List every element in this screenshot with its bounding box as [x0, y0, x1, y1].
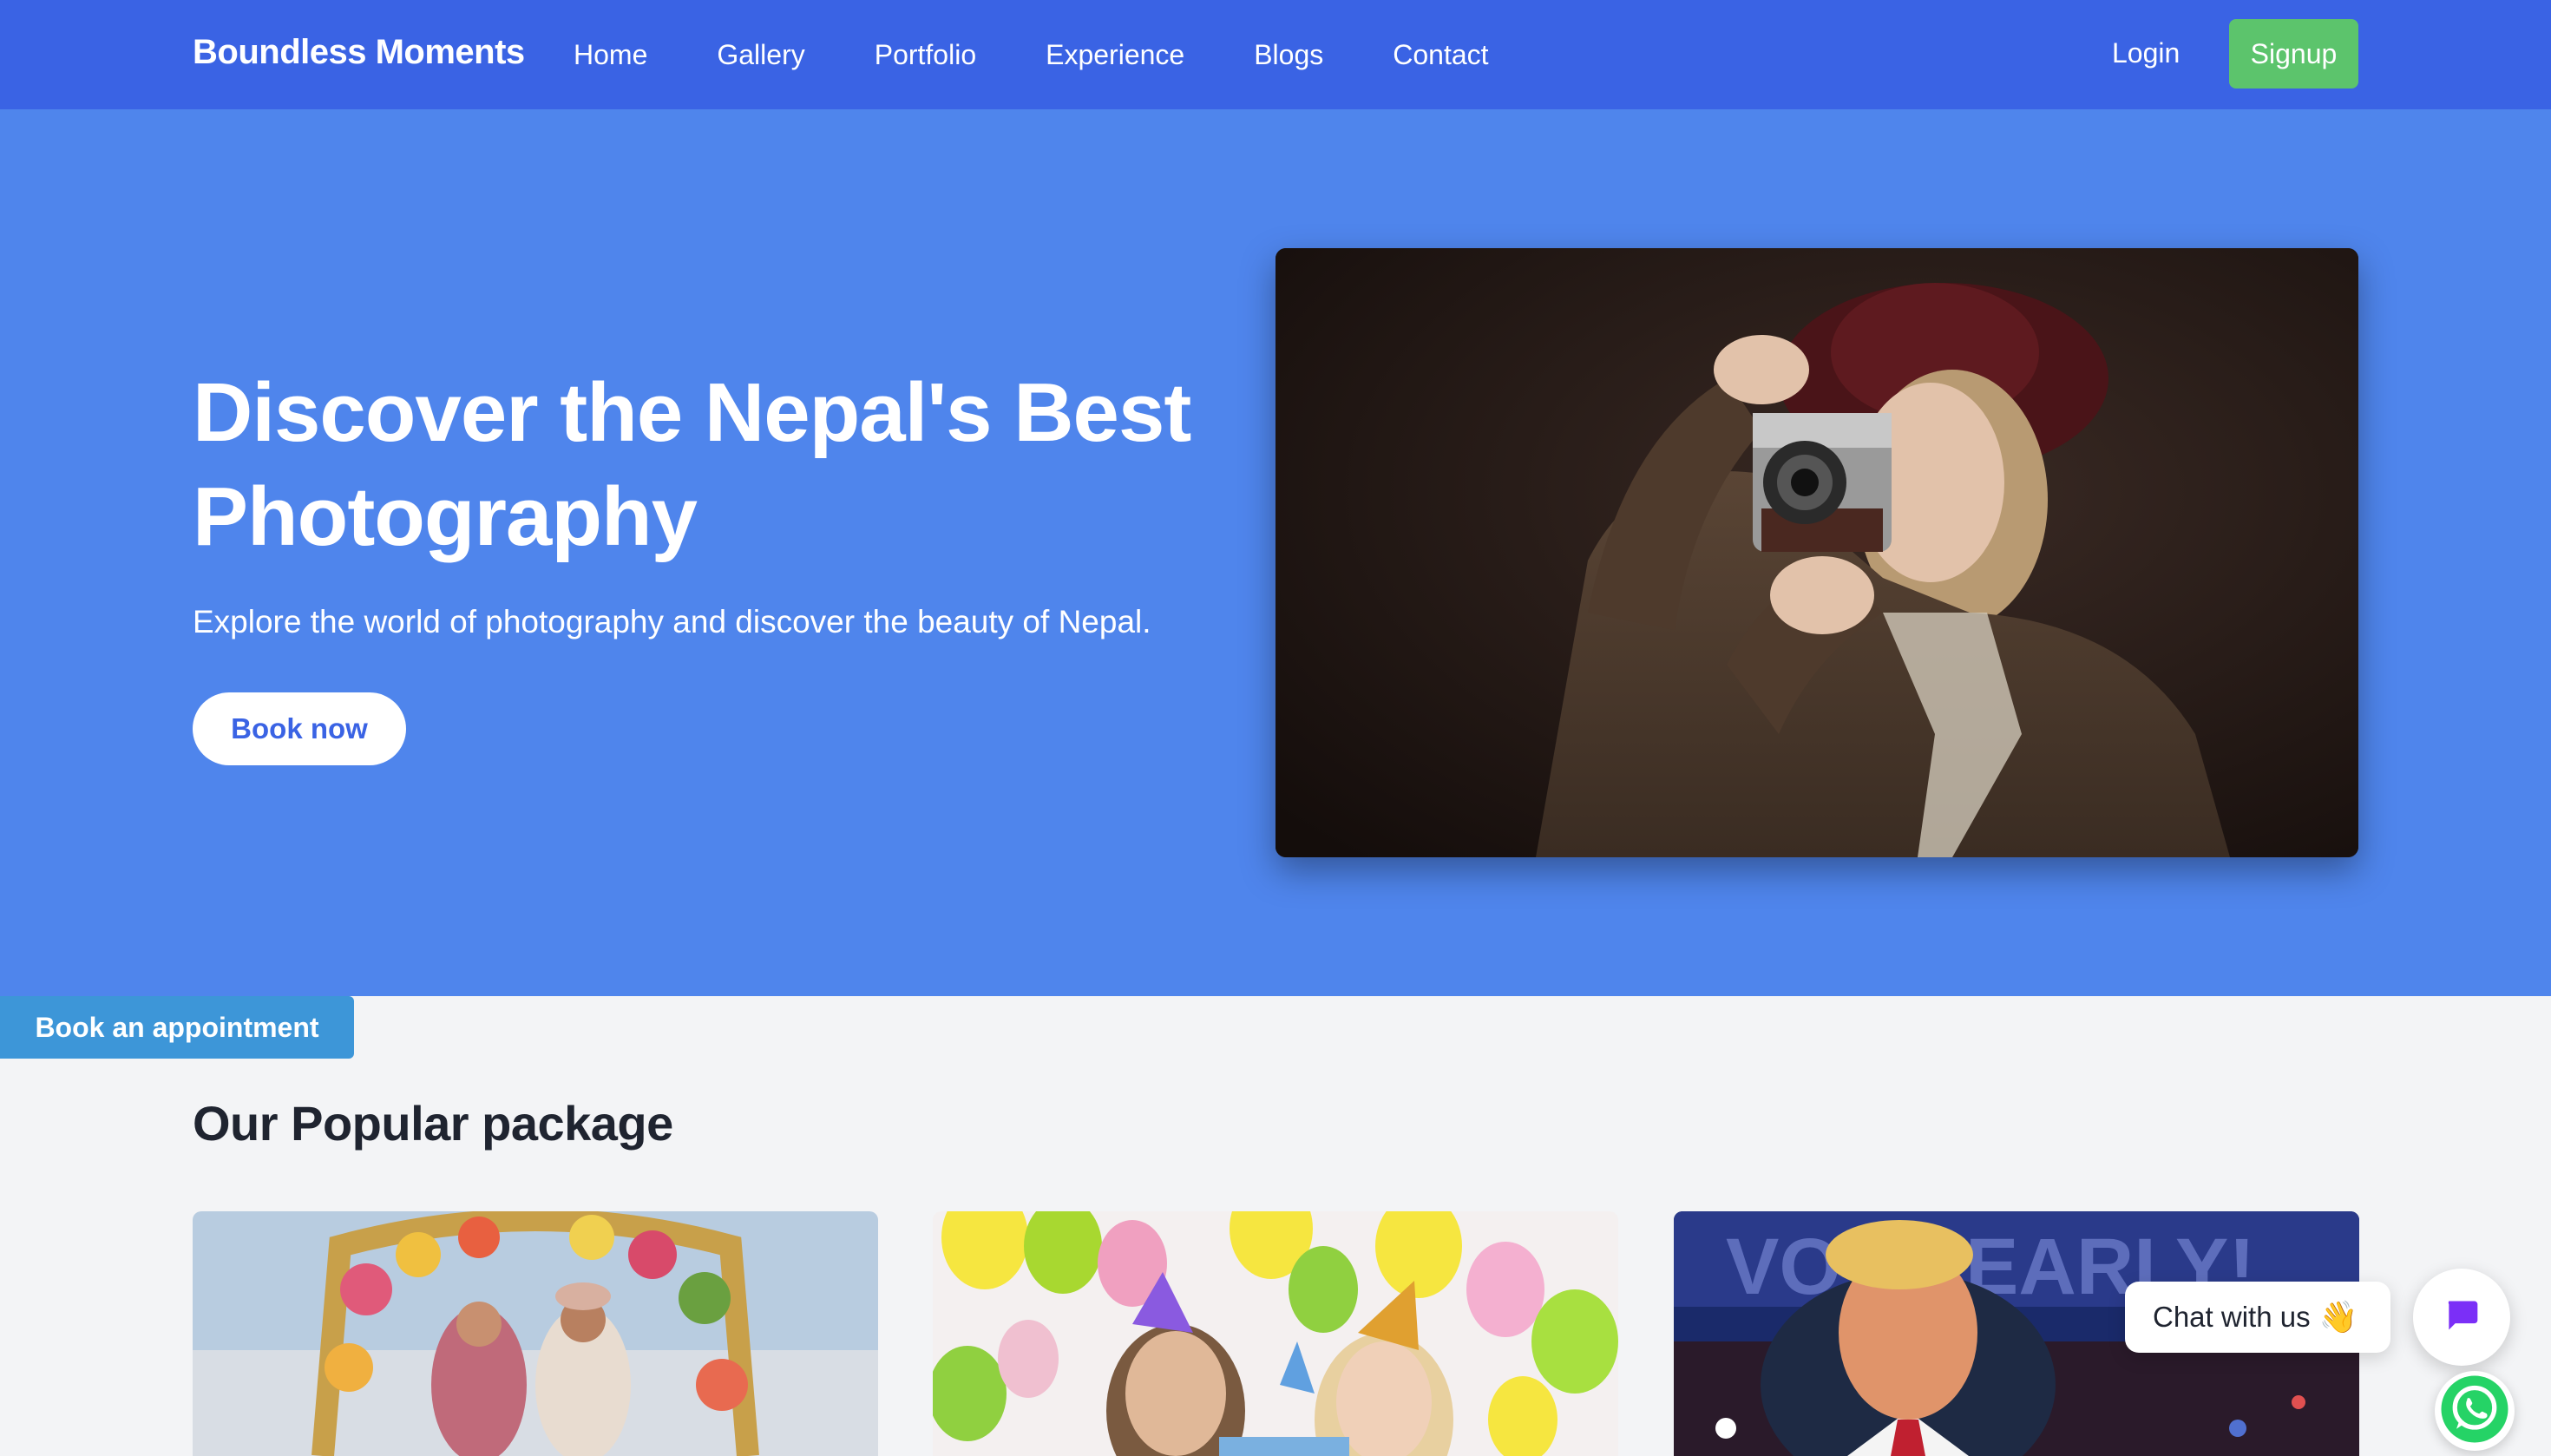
nav-link-contact[interactable]: Contact [1393, 39, 1488, 71]
whatsapp-button[interactable] [2435, 1371, 2515, 1451]
chat-icon [2443, 1296, 2481, 1339]
packages-title: Our Popular package [193, 1096, 673, 1151]
signup-button[interactable]: Signup [2229, 19, 2358, 89]
navbar: Boundless Moments Home Gallery Portfolio… [0, 0, 2551, 109]
whatsapp-icon [2438, 1373, 2511, 1450]
hero-subtitle: Explore the world of photography and dis… [193, 604, 1151, 639]
hero-title: Discover the Nepal's Best Photography [193, 366, 1191, 563]
chat-button[interactable] [2413, 1269, 2510, 1366]
nav-links: Home Gallery Portfolio Experience Blogs … [574, 0, 1558, 109]
chat-with-us-bubble[interactable]: Chat with us 👋 [2125, 1282, 2390, 1353]
hero-section: Discover the Nepal's Best Photography Ex… [0, 109, 2551, 996]
nav-link-blogs[interactable]: Blogs [1254, 39, 1323, 71]
package-card-birthday[interactable] [933, 1211, 1618, 1456]
hero-photo-illustration [1276, 248, 2358, 857]
chat-bubble-text: Chat with us [2153, 1301, 2311, 1333]
login-link[interactable]: Login [2112, 37, 2180, 69]
hero-photographer-image [1276, 248, 2358, 857]
nav-link-gallery[interactable]: Gallery [717, 39, 804, 71]
brand-logo[interactable]: Boundless Moments [193, 33, 525, 72]
book-now-button[interactable]: Book now [193, 692, 406, 765]
book-appointment-tab[interactable]: Book an appointment [0, 996, 354, 1059]
birthday-image [933, 1211, 1618, 1456]
nav-link-portfolio[interactable]: Portfolio [875, 39, 976, 71]
waving-hand-icon: 👋 [2318, 1299, 2358, 1335]
wedding-image [193, 1211, 878, 1456]
nav-link-experience[interactable]: Experience [1046, 39, 1184, 71]
package-card-wedding[interactable] [193, 1211, 878, 1456]
nav-link-home[interactable]: Home [574, 39, 647, 71]
